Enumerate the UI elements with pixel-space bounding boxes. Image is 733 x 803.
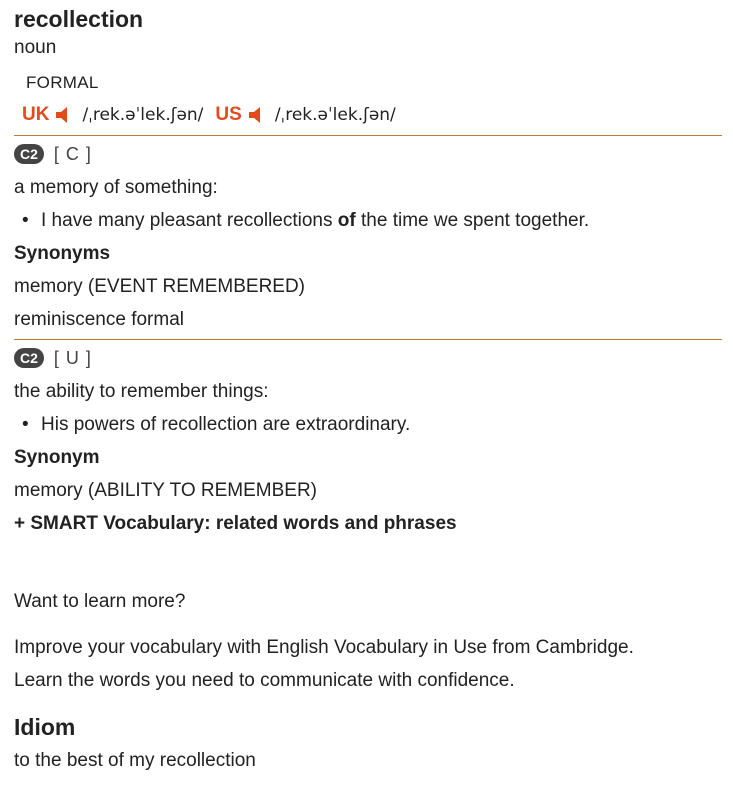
part-of-speech: noun bbox=[14, 37, 57, 58]
smart-vocabulary-link[interactable]: + SMART Vocabulary: related words and ph… bbox=[14, 512, 722, 536]
level-badge: C2 bbox=[14, 144, 44, 164]
synonym-link[interactable]: reminiscence formal bbox=[14, 308, 722, 332]
level-badge: C2 bbox=[14, 348, 44, 368]
promo-line-2: Learn the words you need to communicate … bbox=[14, 670, 515, 691]
sense-header: C2 [ C ] bbox=[14, 142, 722, 166]
synonym-link[interactable]: memory (ABILITY TO REMEMBER) bbox=[14, 479, 722, 503]
definition: a memory of something: bbox=[14, 177, 218, 198]
dictionary-entry: recollection noun FORMAL UK /ˌrek.əˈlek.… bbox=[0, 5, 733, 773]
example-text: I have many pleasant recollections of th… bbox=[41, 210, 590, 231]
grammar-code: [ U ] bbox=[53, 347, 92, 368]
us-ipa: /ˌrek.əˈlek.ʃən/ bbox=[274, 105, 396, 125]
sense-1: C2 [ C ] a memory of something: • I have… bbox=[14, 142, 722, 332]
idiom-link[interactable]: to the best of my recollection bbox=[14, 749, 722, 773]
synonym-heading: Synonym bbox=[14, 447, 100, 468]
example: • His powers of recollection are extraor… bbox=[14, 413, 722, 437]
grammar-code: [ C ] bbox=[53, 143, 92, 164]
bullet: • bbox=[22, 414, 29, 435]
bullet: • bbox=[22, 210, 29, 231]
learn-more-heading: Want to learn more? bbox=[14, 591, 186, 612]
synonym-link[interactable]: memory (EVENT REMEMBERED) bbox=[14, 275, 722, 299]
usage-label: FORMAL bbox=[26, 73, 99, 92]
sense-header: C2 [ U ] bbox=[14, 346, 722, 370]
promo-line-1[interactable]: Improve your vocabulary with English Voc… bbox=[14, 631, 722, 664]
speaker-icon[interactable] bbox=[248, 106, 265, 124]
sense-2: C2 [ U ] the ability to remember things:… bbox=[14, 346, 722, 503]
example-text: His powers of recollection are extraordi… bbox=[41, 414, 411, 435]
divider bbox=[14, 339, 722, 340]
idiom-heading: Idiom bbox=[14, 714, 76, 740]
speaker-icon[interactable] bbox=[55, 106, 72, 124]
uk-label: UK bbox=[22, 104, 50, 125]
divider bbox=[14, 135, 722, 136]
headword: recollection bbox=[14, 6, 144, 32]
example: • I have many pleasant recollections of … bbox=[14, 209, 722, 233]
promo-text: Improve your vocabulary with English Voc… bbox=[14, 631, 722, 697]
definition: the ability to remember things: bbox=[14, 381, 269, 402]
pronunciation-row: UK /ˌrek.əˈlek.ʃən/ US /ˌrek.əˈlek.ʃən/ bbox=[22, 102, 722, 128]
uk-ipa: /ˌrek.əˈlek.ʃən/ bbox=[82, 105, 204, 125]
us-label: US bbox=[215, 104, 242, 125]
synonyms-heading: Synonyms bbox=[14, 243, 111, 264]
